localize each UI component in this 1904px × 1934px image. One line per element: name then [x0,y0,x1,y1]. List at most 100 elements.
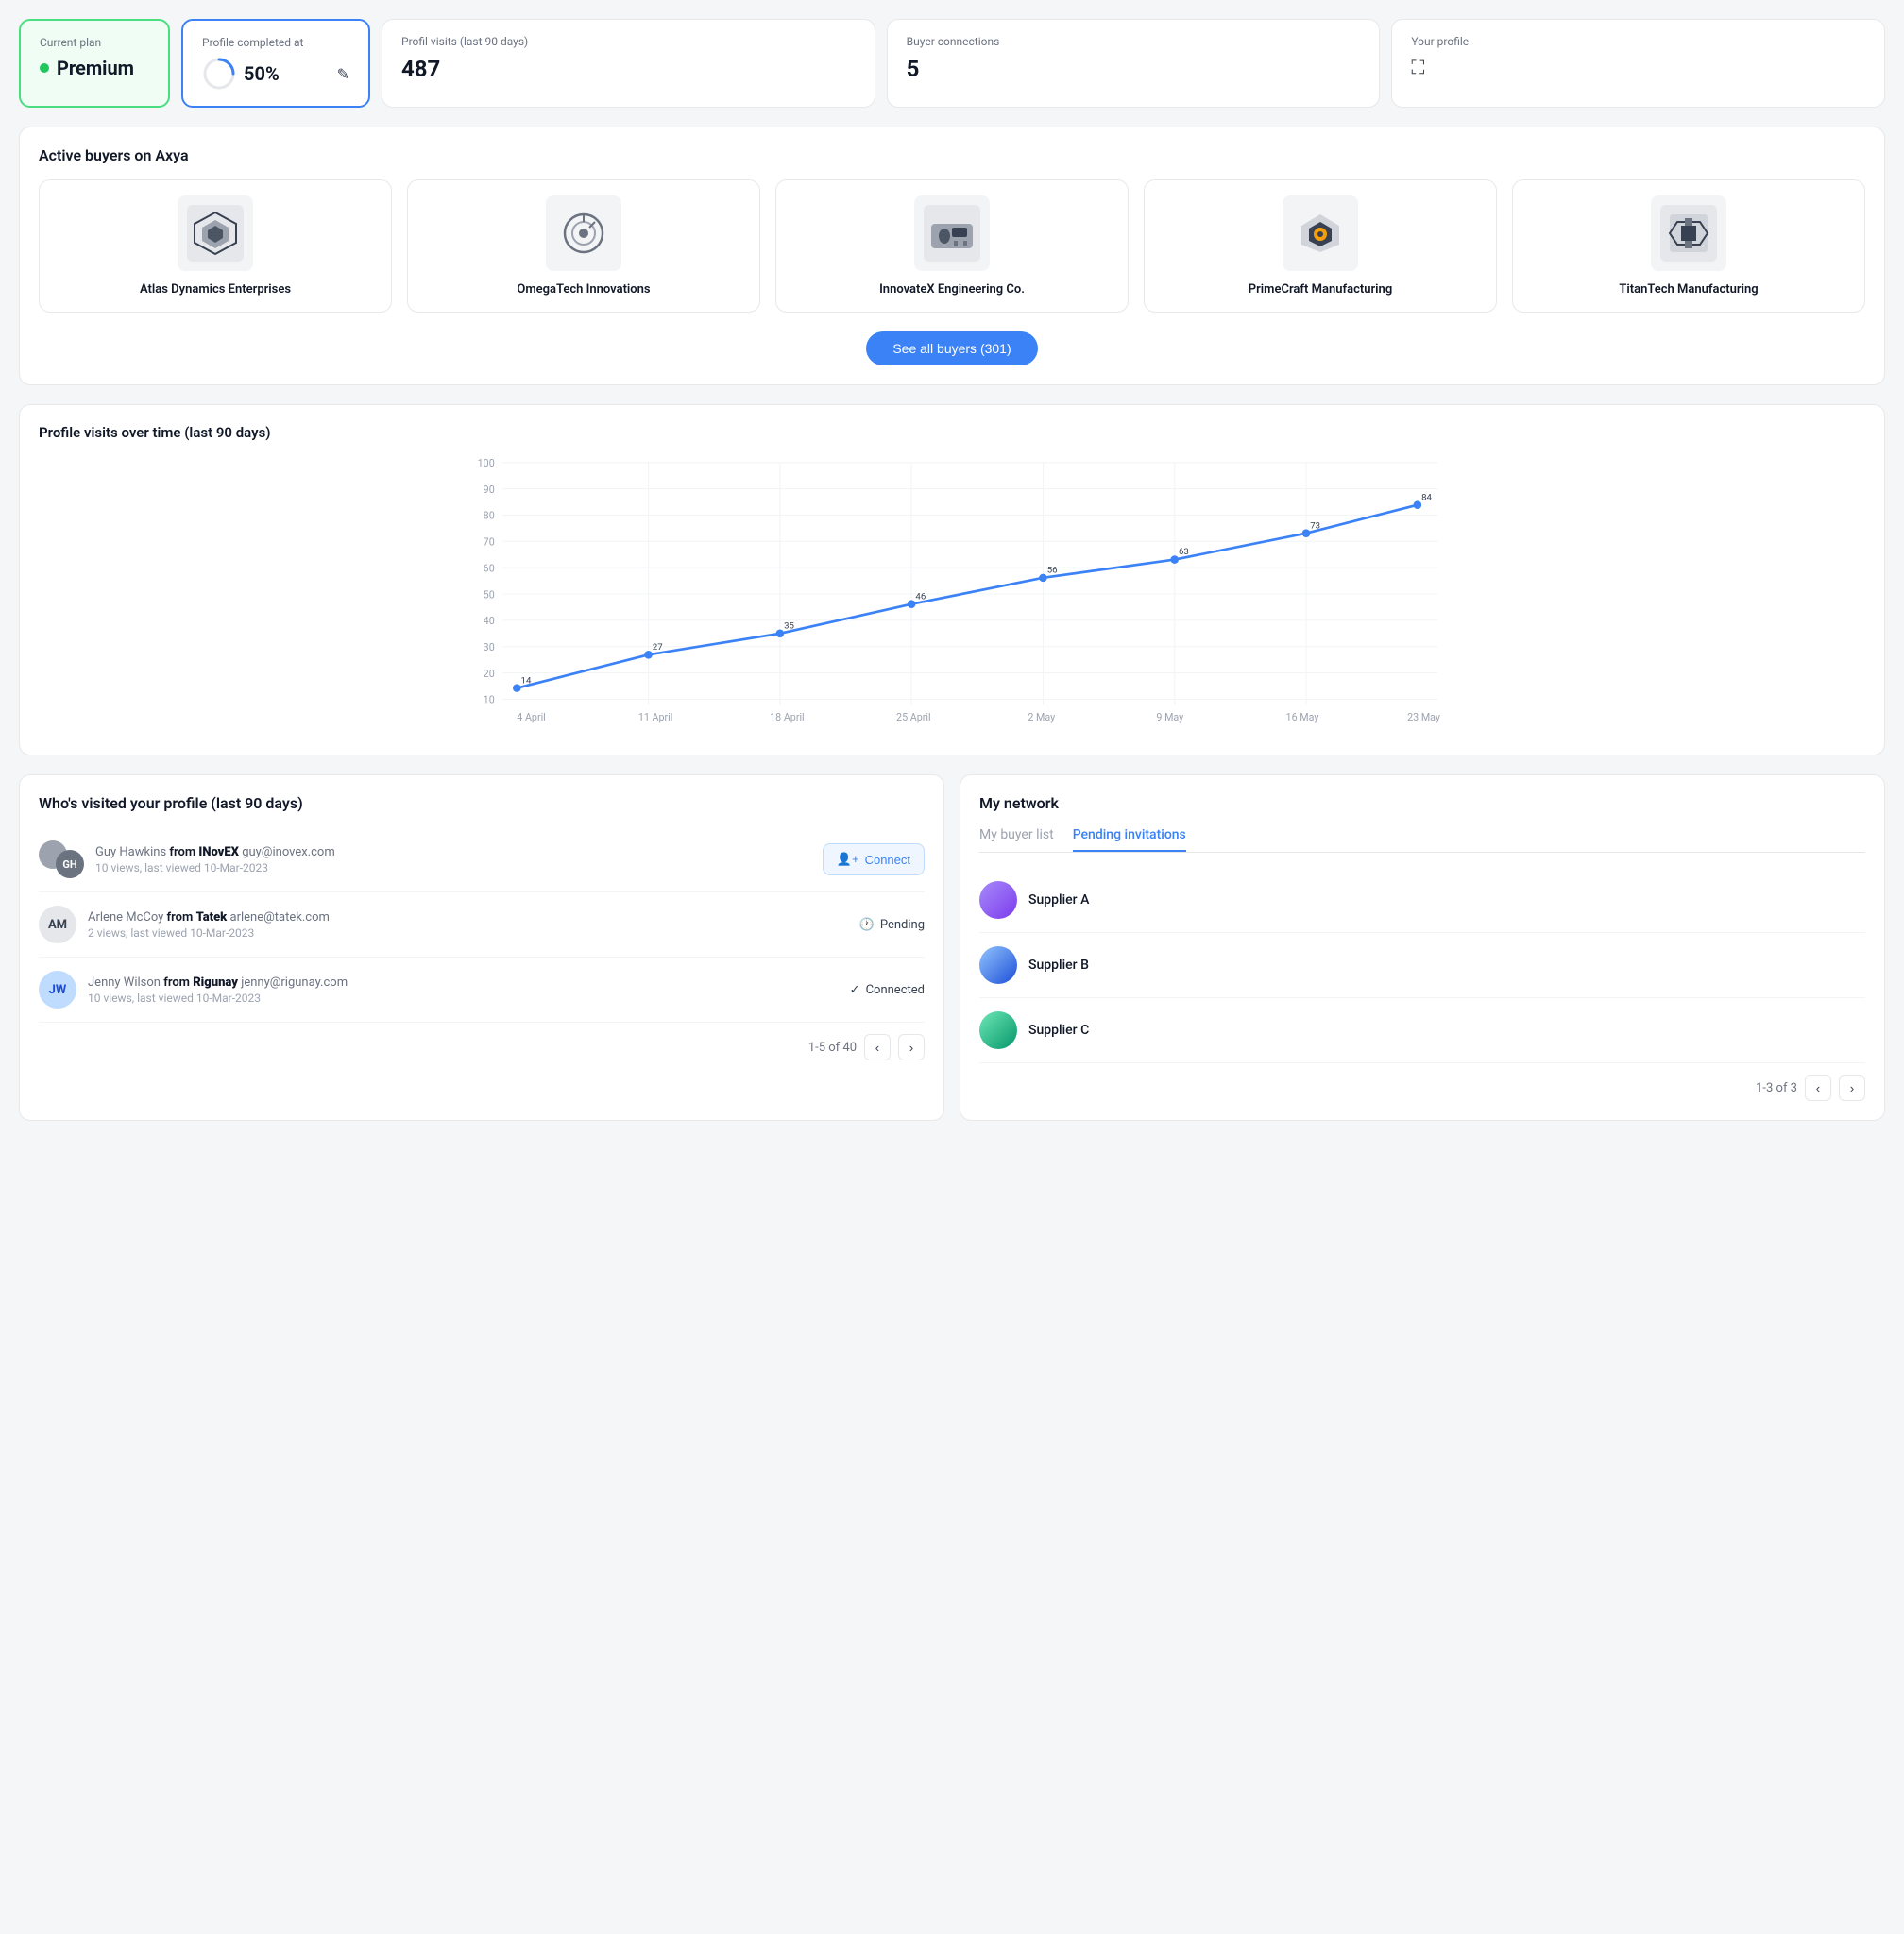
network-title: My network [979,794,1865,812]
edit-icon[interactable]: ✎ [337,65,349,83]
network-prev-button[interactable]: ‹ [1805,1075,1831,1101]
buyer-logo-5 [1651,195,1726,271]
network-tabs: My buyer list Pending invitations [979,827,1865,853]
buyer-logo-3 [914,195,990,271]
visitors-pagination-text: 1-5 of 40 [808,1041,857,1055]
profile-percent: 50% [244,62,280,85]
buyer-card-3[interactable]: InnovateX Engineering Co. [775,179,1129,313]
visitors-section: Who's visited your profile (last 90 days… [19,774,944,1121]
plan-name: Premium [40,57,149,79]
visitor-avatar-double-1: GH [39,840,84,878]
buyer-card-5[interactable]: TitanTech Manufacturing [1512,179,1865,313]
svg-text:25 April: 25 April [896,711,931,723]
chart-point-2 [776,630,785,638]
active-buyers-section: Active buyers on Axya Atlas Dynamics Ent… [19,127,1885,385]
tab-my-buyer-list[interactable]: My buyer list [979,827,1054,852]
svg-text:40: 40 [484,615,495,627]
profile-circle: 50% [202,57,280,91]
visitor-item-1: GH Guy Hawkins from INovEX guy@inovex.co… [39,827,925,892]
supplier-avatar-3 [979,1011,1017,1049]
tab-pending-invitations[interactable]: Pending invitations [1073,827,1186,852]
svg-text:10: 10 [484,694,495,706]
buyer-card-2[interactable]: OmegaTech Innovations [407,179,760,313]
profile-completed-card: Profile completed at 50% ✎ [181,19,370,108]
network-item-1: Supplier A [979,868,1865,933]
connect-plus-icon: 👤+ [837,852,859,867]
visitor-action-1: 👤+ Connect [823,843,925,875]
visitor-meta-3: 10 views, last viewed 10-Mar-2023 [88,992,839,1005]
chart-point-4 [1039,574,1047,583]
svg-text:90: 90 [484,484,495,496]
profile-completed-row: 50% ✎ [202,57,349,91]
visitor-item-2: AM Arlene McCoy from Tatek arlene@tatek.… [39,892,925,958]
chart-point-6 [1302,529,1311,537]
buyer-connections-label: Buyer connections [907,35,1361,48]
chart-wrapper: 100 90 80 70 60 50 40 30 20 10 4 April 1… [39,452,1865,736]
svg-text:23 May: 23 May [1407,711,1440,723]
pending-badge-2: 🕐 Pending [859,918,925,932]
svg-text:84: 84 [1421,492,1432,502]
innovatex-logo [924,205,980,262]
supplier-avatar-1 [979,881,1017,919]
visitor-item-3: JW Jenny Wilson from Rigunay jenny@rigun… [39,958,925,1023]
profile-completed-label: Profile completed at [202,36,349,49]
svg-text:63: 63 [1179,547,1189,557]
atlas-dynamics-logo [187,205,244,262]
visitors-next-button[interactable]: › [898,1034,925,1060]
network-item-2: Supplier B [979,933,1865,998]
visitor-name-2: Arlene McCoy from Tatek arlene@tatek.com [88,910,848,925]
active-buyers-title: Active buyers on Axya [39,146,1865,164]
svg-text:35: 35 [784,620,794,631]
clock-icon: 🕐 [859,918,875,932]
visitor-name-3: Jenny Wilson from Rigunay jenny@rigunay.… [88,975,839,990]
connected-badge-3: ✓ Connected [850,983,925,997]
svg-text:9 May: 9 May [1156,711,1183,723]
svg-text:70: 70 [484,536,495,549]
chart-line [517,505,1418,688]
supplier-avatar-2 [979,946,1017,984]
current-plan-label: Current plan [40,36,149,49]
buyer-card-4[interactable]: PrimeCraft Manufacturing [1144,179,1497,313]
external-link-icon[interactable]: ⛶ [1411,56,1865,78]
svg-text:18 April: 18 April [770,711,805,723]
visitor-meta-2: 2 views, last viewed 10-Mar-2023 [88,926,848,940]
profile-visits-label: Profil visits (last 90 days) [401,35,856,48]
profile-visits-value: 487 [401,56,856,82]
buyer-name-4: PrimeCraft Manufacturing [1160,282,1481,297]
supplier-name-3: Supplier C [1028,1023,1089,1038]
line-chart: 100 90 80 70 60 50 40 30 20 10 4 April 1… [39,452,1865,736]
plan-status-dot [40,63,49,73]
chart-point-3 [908,600,916,608]
plan-value: Premium [57,57,134,79]
your-profile-card: Your profile ⛶ [1391,19,1885,108]
svg-text:60: 60 [484,562,495,574]
visitor-avatar-3: JW [39,971,76,1009]
titantech-logo [1660,205,1717,262]
see-all-buyers-button[interactable]: See all buyers (301) [866,331,1037,365]
svg-text:50: 50 [484,588,495,601]
visitor-avatar-2: AM [39,906,76,943]
buyer-name-5: TitanTech Manufacturing [1528,282,1849,297]
connect-button-1[interactable]: 👤+ Connect [823,843,925,875]
buyer-logo-4 [1283,195,1358,271]
network-pagination-text: 1-3 of 3 [1756,1081,1797,1095]
visitors-prev-button[interactable]: ‹ [864,1034,891,1060]
buyers-grid: Atlas Dynamics Enterprises OmegaTech Inn… [39,179,1865,313]
omegatech-logo [555,205,612,262]
visitor-meta-1: 10 views, last viewed 10-Mar-2023 [95,861,811,874]
chart-point-0 [513,684,521,692]
svg-text:56: 56 [1047,566,1058,576]
svg-text:20: 20 [484,668,495,680]
svg-text:27: 27 [653,642,663,653]
svg-text:80: 80 [484,510,495,522]
svg-text:73: 73 [1310,520,1320,531]
svg-text:30: 30 [484,641,495,653]
buyer-card-1[interactable]: Atlas Dynamics Enterprises [39,179,392,313]
current-plan-card: Current plan Premium [19,19,170,108]
buyer-name-3: InnovateX Engineering Co. [791,282,1113,297]
visitor-action-3: ✓ Connected [850,983,925,997]
buyer-connections-value: 5 [907,56,1361,82]
top-cards-row: Current plan Premium Profile completed a… [19,19,1885,108]
chart-point-7 [1414,500,1422,509]
network-next-button[interactable]: › [1839,1075,1865,1101]
